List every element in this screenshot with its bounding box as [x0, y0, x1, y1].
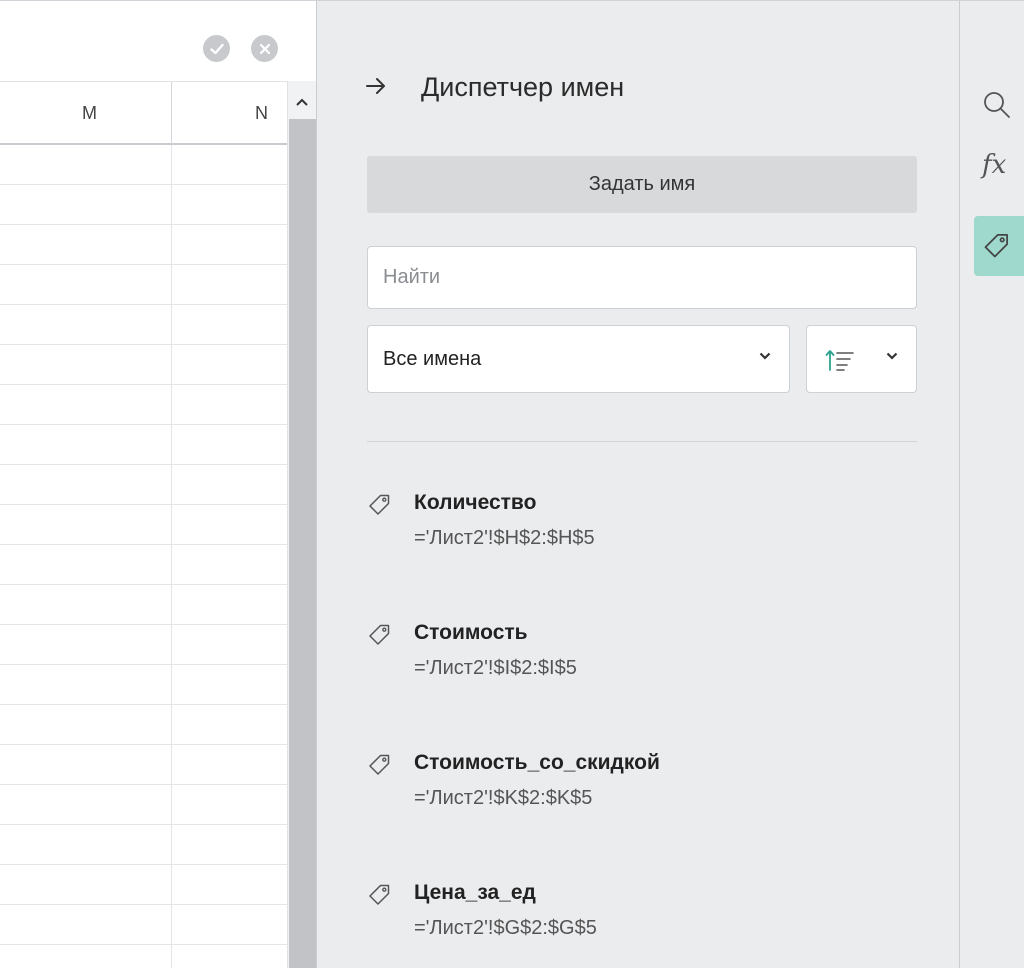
name-label: Стоимость_со_скидкой — [414, 751, 660, 774]
grid-row[interactable] — [0, 705, 288, 745]
tag-icon — [369, 884, 390, 905]
name-label: Стоимость — [414, 621, 528, 644]
search-icon — [984, 92, 1010, 118]
name-list-item[interactable]: Стоимость_со_скидкой ='Лист2'!$K$2:$K$5 — [367, 751, 917, 831]
column-divider — [171, 745, 172, 785]
column-divider — [171, 265, 172, 305]
column-divider — [171, 585, 172, 625]
grid-row[interactable] — [0, 145, 288, 185]
column-header-m[interactable]: M — [0, 82, 172, 144]
right-sidebar: fx — [959, 0, 1024, 968]
column-divider — [171, 825, 172, 865]
column-header-row: M N — [0, 81, 288, 145]
column-divider — [171, 225, 172, 265]
grid-row[interactable] — [0, 625, 288, 665]
cell-grid[interactable] — [0, 145, 288, 968]
fx-icon: fx — [982, 150, 1007, 180]
grid-row[interactable] — [0, 945, 288, 968]
column-divider — [171, 705, 172, 745]
column-divider — [171, 465, 172, 505]
name-manager-panel: Диспетчер имен Задать имя Все имена Коли… — [316, 0, 959, 968]
grid-row[interactable] — [0, 225, 288, 265]
grid-row[interactable] — [0, 305, 288, 345]
sort-icon — [825, 350, 854, 371]
column-divider — [171, 625, 172, 665]
cancel-button[interactable] — [251, 35, 278, 62]
tag-icon — [369, 494, 390, 515]
define-name-button[interactable]: Задать имя — [367, 156, 917, 213]
sort-dropdown-button[interactable] — [806, 325, 917, 393]
divider — [367, 441, 917, 442]
column-divider — [171, 385, 172, 425]
name-reference: ='Лист2'!$I$2:$I$5 — [414, 657, 577, 679]
column-divider — [171, 945, 172, 968]
grid-row[interactable] — [0, 585, 288, 625]
column-divider — [171, 185, 172, 225]
chevron-down-icon — [886, 352, 898, 360]
name-list-item[interactable]: Стоимость ='Лист2'!$I$2:$I$5 — [367, 621, 917, 701]
grid-row[interactable] — [0, 385, 288, 425]
grid-row[interactable] — [0, 745, 288, 785]
column-divider — [171, 785, 172, 825]
scroll-up-button[interactable] — [288, 87, 316, 117]
names-filter-dropdown[interactable]: Все имена — [367, 325, 790, 393]
column-divider — [171, 545, 172, 585]
tag-icon — [984, 234, 1008, 258]
column-divider — [171, 905, 172, 945]
column-divider — [171, 345, 172, 385]
name-reference: ='Лист2'!$G$2:$G$5 — [414, 917, 597, 939]
column-divider — [171, 505, 172, 545]
formula-bar — [0, 2, 316, 74]
grid-row[interactable] — [0, 905, 288, 945]
grid-row[interactable] — [0, 185, 288, 225]
name-list-item[interactable]: Количество ='Лист2'!$H$2:$H$5 — [367, 491, 917, 571]
chevron-up-icon — [296, 98, 308, 106]
confirm-button[interactable] — [203, 35, 230, 62]
column-divider — [171, 145, 172, 185]
close-icon — [259, 43, 270, 54]
grid-row[interactable] — [0, 465, 288, 505]
grid-row[interactable] — [0, 825, 288, 865]
grid-row[interactable] — [0, 265, 288, 305]
grid-row[interactable] — [0, 665, 288, 705]
grid-row[interactable] — [0, 505, 288, 545]
name-reference: ='Лист2'!$K$2:$K$5 — [414, 787, 593, 809]
name-label: Цена_за_ед — [414, 881, 536, 904]
function-tool-button[interactable]: fx — [974, 135, 1024, 195]
grid-row[interactable] — [0, 425, 288, 465]
name-manager-tool-button[interactable] — [974, 216, 1024, 276]
name-list-item[interactable]: Цена_за_ед ='Лист2'!$G$2:$G$5 — [367, 881, 917, 961]
name-reference: ='Лист2'!$H$2:$H$5 — [414, 527, 595, 549]
panel-title: Диспетчер имен — [421, 72, 625, 102]
vertical-scrollbar[interactable] — [287, 81, 316, 968]
tag-icon — [369, 624, 390, 645]
column-divider — [171, 665, 172, 705]
grid-row[interactable] — [0, 345, 288, 385]
tag-icon — [369, 754, 390, 775]
column-divider — [171, 425, 172, 465]
check-icon — [209, 43, 224, 54]
arrow-right-icon[interactable] — [365, 75, 387, 97]
column-divider — [171, 305, 172, 345]
column-header-n[interactable]: N — [172, 82, 288, 144]
grid-row[interactable] — [0, 785, 288, 825]
scroll-thumb[interactable] — [289, 119, 316, 968]
grid-row[interactable] — [0, 865, 288, 905]
search-input[interactable] — [367, 246, 917, 309]
column-divider — [171, 865, 172, 905]
grid-row[interactable] — [0, 545, 288, 585]
search-tool-button[interactable] — [974, 75, 1024, 135]
filter-selected-value: Все имена — [383, 347, 482, 370]
name-label: Количество — [414, 491, 537, 514]
spreadsheet-area: M N — [0, 0, 316, 968]
chevron-down-icon — [759, 352, 771, 360]
